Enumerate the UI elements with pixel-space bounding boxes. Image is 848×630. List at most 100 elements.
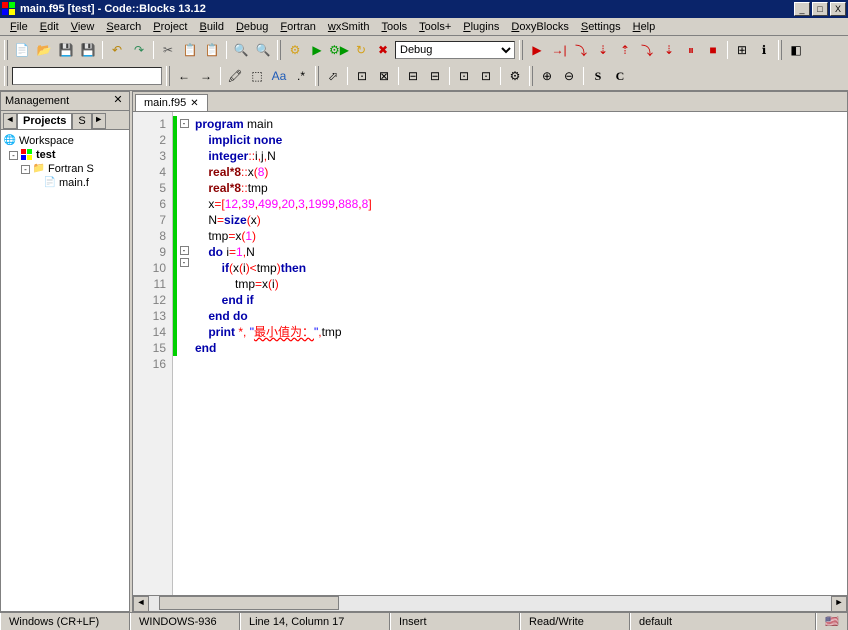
step-out-button[interactable]: ⇡ [615,40,635,60]
toolbar-grip[interactable] [277,40,281,60]
match-case-button[interactable]: Aa [269,66,289,86]
menu-tools[interactable]: Tools [375,21,413,33]
code-line[interactable]: end [195,340,847,356]
menu-tools+[interactable]: Tools+ [413,21,457,33]
regex-button[interactable]: .* [291,66,311,86]
nav-back-button[interactable]: ← [174,66,194,86]
tree-folder[interactable]: - 📁 Fortran S [3,162,127,176]
menu-search[interactable]: Search [100,21,147,33]
code-line[interactable]: real*8::tmp [195,180,847,196]
cursor-button[interactable]: ⬀ [323,66,343,86]
step-into-button[interactable]: ⇣ [593,40,613,60]
code-line[interactable]: end if [195,292,847,308]
undo-button[interactable]: ↶ [107,40,127,60]
minimize-button[interactable]: _ [794,2,810,16]
zoom-out-button[interactable]: ⊖ [559,66,579,86]
zoom-in-button[interactable]: ⊕ [537,66,557,86]
replace-button[interactable]: 🔍 [253,40,273,60]
info-button[interactable]: ℹ [754,40,774,60]
fold-toggle[interactable]: - [180,119,189,128]
tree-project[interactable]: - test [3,148,127,162]
new-file-button[interactable]: 📄 [12,40,32,60]
save-all-button[interactable]: 💾 [78,40,98,60]
code-line[interactable]: print *, "最小值为：",tmp [195,324,847,340]
code-line[interactable]: tmp=x(1) [195,228,847,244]
code-line[interactable]: end do [195,308,847,324]
build-run-button[interactable]: ⚙▶ [329,40,349,60]
editor-tab[interactable]: main.f95 ✕ [135,94,208,111]
step-into-instr-button[interactable]: ⇣ [659,40,679,60]
code-line[interactable]: x=[12,39,499,20,3,1999,888,8] [195,196,847,212]
menu-plugins[interactable]: Plugins [457,21,505,33]
paste-button[interactable]: 📋 [202,40,222,60]
toolbar-grip[interactable] [529,66,533,86]
debug-start-button[interactable]: ▶ [527,40,547,60]
toolbar-grip[interactable] [315,66,319,86]
code-content[interactable]: program main implicit none integer::i,j,… [191,112,847,595]
nav-fwd-button[interactable]: → [196,66,216,86]
debug-windows-button[interactable]: ⊞ [732,40,752,60]
tree-file[interactable]: 📄 main.f [3,176,127,190]
save-button[interactable]: 💾 [56,40,76,60]
menu-project[interactable]: Project [147,21,193,33]
scroll-thumb[interactable] [159,596,339,610]
doxy-config-button[interactable]: ⚙ [505,66,525,86]
run-to-cursor-button[interactable]: →| [549,40,569,60]
close-button[interactable]: X [830,2,846,16]
search-input[interactable] [12,67,162,85]
code-line[interactable]: implicit none [195,132,847,148]
menu-debug[interactable]: Debug [230,21,274,33]
management-close-button[interactable]: ✕ [111,94,125,108]
code-editor[interactable]: 12345678910111213141516 --- program main… [133,111,847,595]
build-target-select[interactable]: Debug [395,41,515,59]
horizontal-scrollbar[interactable]: ◄ ► [133,595,847,611]
source-button[interactable]: S [588,66,608,86]
doxy-button[interactable]: ◧ [786,40,806,60]
selection-button[interactable]: ⬚ [247,66,267,86]
open-file-button[interactable]: 📂 [34,40,54,60]
menu-fortran[interactable]: Fortran [274,21,321,33]
doxy-block-button[interactable]: ⊟ [403,66,423,86]
menu-edit[interactable]: Edit [34,21,65,33]
menu-wxsmith[interactable]: wxSmith [322,21,376,33]
toolbar-grip[interactable] [166,66,170,86]
code-line[interactable]: integer::i,j,N [195,148,847,164]
cut-button[interactable]: ✂ [158,40,178,60]
maximize-button[interactable]: □ [812,2,828,16]
toolbar-grip[interactable] [4,40,8,60]
next-instr-button[interactable]: ⤵ [637,40,657,60]
comment-button[interactable]: C [610,66,630,86]
doxy-chm-button[interactable]: ⊡ [476,66,496,86]
copy-button[interactable]: 📋 [180,40,200,60]
doxy-line-button[interactable]: ⊟ [425,66,445,86]
code-line[interactable]: do i=1,N [195,244,847,260]
redo-button[interactable]: ↷ [129,40,149,60]
tab-nav-left[interactable]: ◄ [3,113,17,129]
menu-build[interactable]: Build [194,21,230,33]
code-line[interactable]: if(x(i)<tmp)then [195,260,847,276]
toolbar-grip[interactable] [778,40,782,60]
break-button[interactable]: ⏸ [681,40,701,60]
menu-help[interactable]: Help [627,21,662,33]
doxy-extract-button[interactable]: ⊠ [374,66,394,86]
doxy-wiz-button[interactable]: ⊡ [352,66,372,86]
project-tree[interactable]: 🌐 Workspace - test - 📁 Fortran S 📄 main.… [1,130,129,611]
stop-debug-button[interactable]: ■ [703,40,723,60]
tree-toggle[interactable]: - [21,165,30,174]
find-button[interactable]: 🔍 [231,40,251,60]
code-line[interactable]: tmp=x(i) [195,276,847,292]
build-button[interactable]: ⚙ [285,40,305,60]
code-line[interactable]: program main [195,116,847,132]
abort-button[interactable]: ✖ [373,40,393,60]
menu-file[interactable]: File [4,21,34,33]
doxy-html-button[interactable]: ⊡ [454,66,474,86]
tree-workspace[interactable]: 🌐 Workspace [3,134,127,148]
menu-view[interactable]: View [65,21,101,33]
rebuild-button[interactable]: ↻ [351,40,371,60]
scroll-right-button[interactable]: ► [831,596,847,612]
fold-toggle[interactable]: - [180,258,189,267]
scroll-left-button[interactable]: ◄ [133,596,149,612]
fold-toggle[interactable]: - [180,246,189,255]
toolbar-grip[interactable] [4,66,8,86]
toolbar-grip[interactable] [519,40,523,60]
